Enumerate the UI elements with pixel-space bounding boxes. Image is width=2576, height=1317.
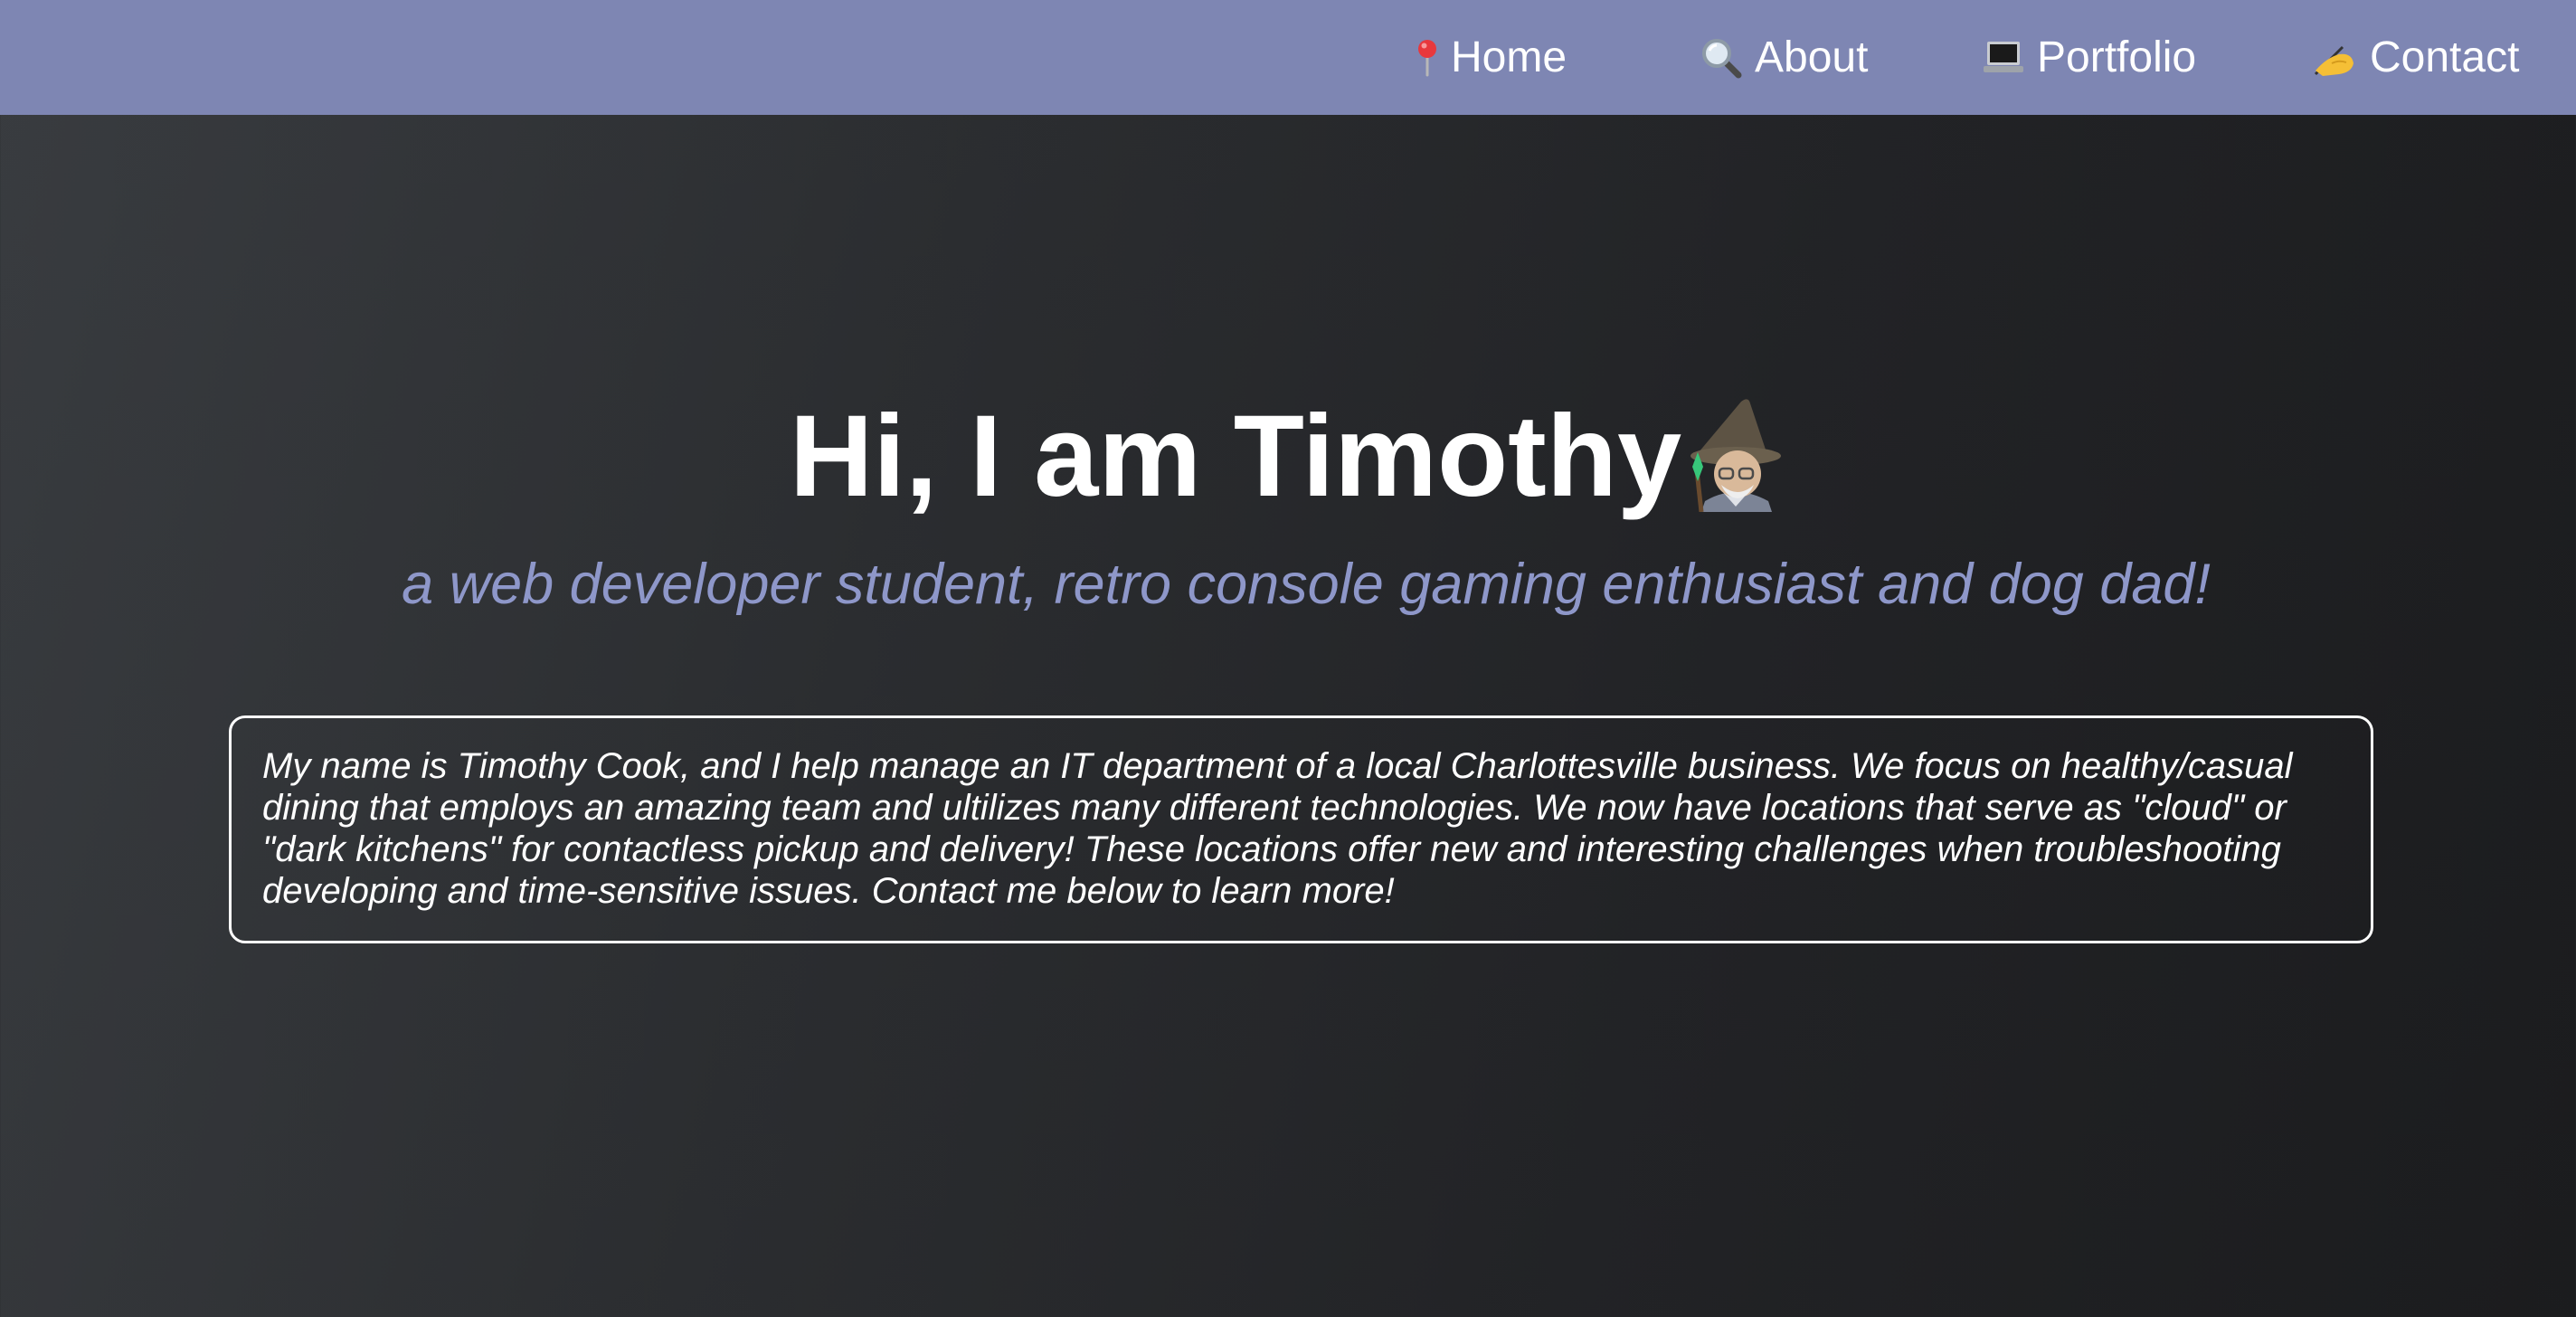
- nav-link-portfolio[interactable]: Portfolio: [1983, 0, 2196, 115]
- nav-link-contact[interactable]: Contact: [2312, 0, 2519, 115]
- nav-link-about[interactable]: About: [1700, 0, 1868, 115]
- pin-icon: [1416, 39, 1438, 77]
- nav-label-about: About: [1755, 33, 1869, 81]
- about-text: My name is Timothy Cook, and I help mana…: [262, 746, 2293, 911]
- about-card: My name is Timothy Cook, and I help mana…: [229, 715, 2373, 943]
- hero-title-text: Hi, I am Timothy: [789, 392, 1682, 521]
- nav-label-contact: Contact: [2370, 33, 2520, 81]
- top-navbar: Home About Portfolio Contact: [0, 0, 2576, 115]
- writing-hand-icon: [2312, 38, 2357, 78]
- hero-subtitle: a web developer student, retro console g…: [402, 553, 2211, 616]
- magnifier-icon: [1700, 37, 1742, 79]
- nav-label-home: Home: [1451, 33, 1567, 81]
- wizard-icon: [1685, 394, 1786, 513]
- laptop-icon: [1983, 40, 2024, 76]
- hero-title: Hi, I am Timothy: [0, 389, 2576, 525]
- nav-link-home[interactable]: Home: [1416, 0, 1567, 115]
- nav-label-portfolio: Portfolio: [2037, 33, 2197, 81]
